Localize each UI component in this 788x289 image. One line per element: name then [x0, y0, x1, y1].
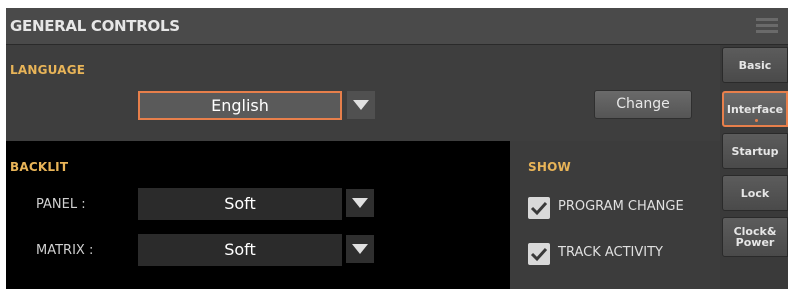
tab-lock[interactable]: Lock	[722, 175, 788, 211]
backlit-section: BACKLIT PANEL : Soft MATRIX : Soft	[6, 141, 510, 289]
tab-basic[interactable]: Basic	[722, 47, 788, 83]
program-change-checkbox[interactable]	[528, 197, 550, 219]
panel-dropdown-arrow-icon[interactable]	[346, 189, 374, 217]
language-select[interactable]: English	[138, 91, 342, 120]
tab-startup[interactable]: Startup	[722, 133, 788, 169]
matrix-label: MATRIX :	[36, 243, 94, 258]
title-bar: GENERAL CONTROLS	[6, 8, 788, 45]
show-label: SHOW	[528, 160, 571, 174]
language-section: LANGUAGE English Change	[6, 45, 720, 141]
panel-backlit-select[interactable]: Soft	[138, 188, 342, 220]
backlit-label: BACKLIT	[10, 160, 69, 174]
active-indicator-icon	[755, 119, 758, 122]
matrix-backlit-select[interactable]: Soft	[138, 234, 342, 266]
page-title: GENERAL CONTROLS	[10, 17, 180, 35]
general-controls-window: GENERAL CONTROLS LANGUAGE English Change…	[6, 8, 788, 289]
side-tab-bar: Basic Interface Startup Lock Clock& Powe…	[720, 45, 788, 289]
panel-label: PANEL :	[36, 197, 86, 212]
track-activity-checkbox[interactable]	[528, 243, 550, 265]
hamburger-menu-icon[interactable]	[756, 18, 778, 34]
track-activity-label: TRACK ACTIVITY	[558, 245, 663, 260]
show-section: SHOW PROGRAM CHANGE TRACK ACTIVITY	[510, 141, 720, 289]
checkmark-icon	[530, 201, 548, 216]
matrix-dropdown-arrow-icon[interactable]	[346, 235, 374, 263]
tab-interface[interactable]: Interface	[722, 91, 788, 127]
language-label: LANGUAGE	[10, 63, 86, 77]
program-change-label: PROGRAM CHANGE	[558, 199, 684, 214]
change-language-button[interactable]: Change	[594, 90, 692, 119]
tab-clock-power[interactable]: Clock& Power	[722, 217, 788, 257]
checkmark-icon	[530, 247, 548, 262]
tab-interface-label: Interface	[726, 102, 784, 116]
language-dropdown-arrow-icon[interactable]	[347, 91, 375, 119]
